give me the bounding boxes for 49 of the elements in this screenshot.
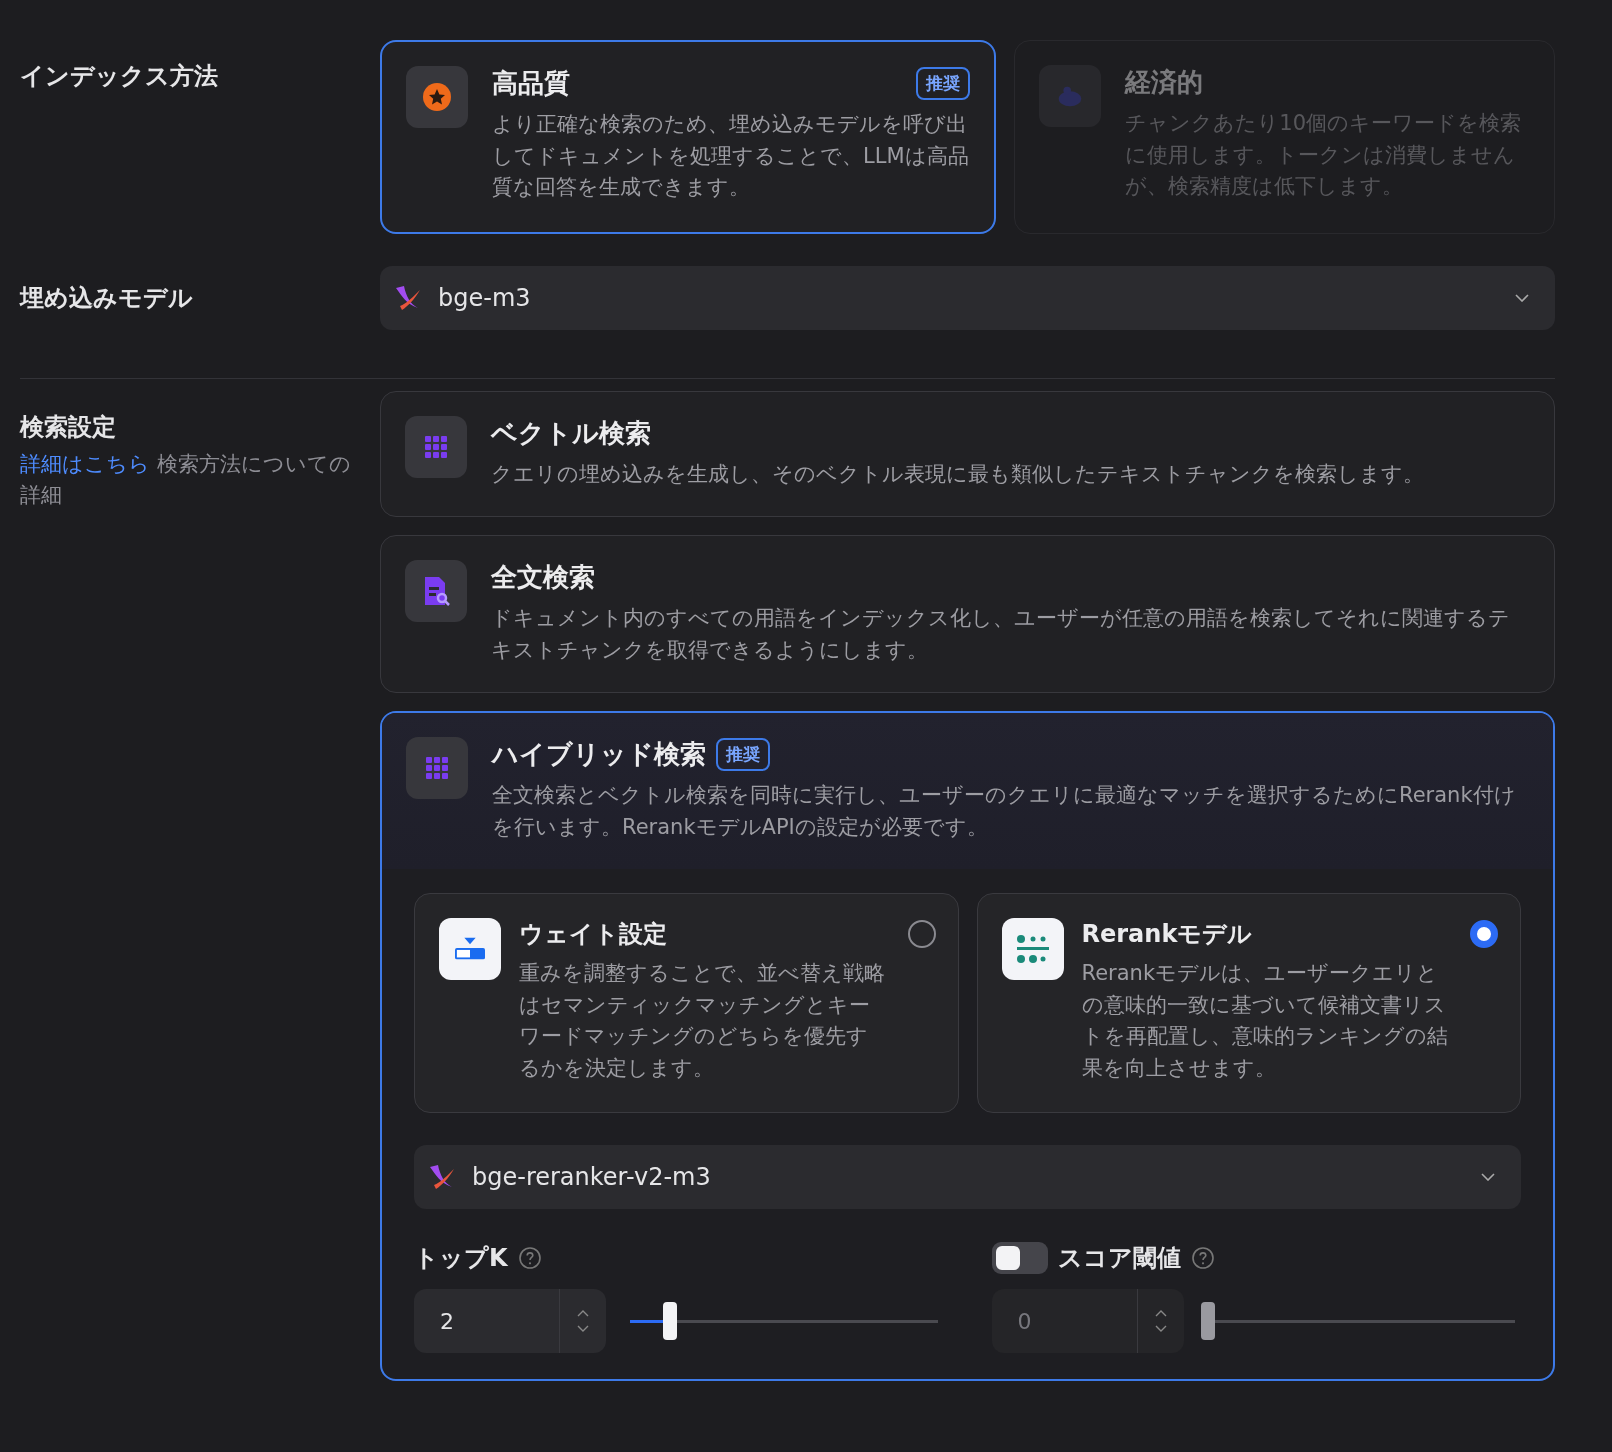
help-icon	[1190, 1246, 1215, 1270]
help-icon	[517, 1246, 542, 1270]
option-description: Rerankモデルは、ユーザークエリとの意味的一致に基づいて候補文書リストを再配置し、意味的ランキングの結果を向上させます。	[1081, 960, 1449, 1082]
retrieval-option-card[interactable]: ベクトル検索 クエリの埋め込みを生成し、そのベクトル表現に最も類似したテキストチャンクを検索します。	[380, 390, 1555, 517]
option-title: 経済的	[1125, 66, 1204, 99]
retrieval-option-card[interactable]	[380, 711, 1555, 1381]
option-description: チャンクあたり10個のキーワードを検索に使用します。トークンは消費しませんが、検索精度は低下します。	[1125, 110, 1523, 200]
section-label: 検索設定	[20, 412, 116, 441]
decrement-icon[interactable]	[577, 1325, 589, 1332]
section-label: 埋め込みモデル	[20, 283, 193, 312]
learn-more-link[interactable]: 詳細はこちら	[20, 451, 150, 476]
decrement-icon[interactable]	[1154, 1325, 1167, 1332]
document-search-icon	[422, 575, 450, 607]
increment-icon[interactable]	[577, 1310, 589, 1317]
recommended-badge: 推奨	[716, 738, 770, 771]
rerank-icon	[1014, 933, 1051, 965]
increment-icon[interactable]	[1154, 1310, 1167, 1317]
option-title: ハイブリッド検索	[492, 738, 706, 771]
option-description: 重みを調整することで、並べ替え戦略はセマンティックマッチングとキーワードマッチングのどちらを優先するかを決定します。	[519, 960, 886, 1082]
radio-button[interactable]	[1470, 920, 1498, 948]
retrieval-option-card[interactable]: 全文検索 ドキュメント内のすべての用語をインデックス化し、ユーザーが任意の用語を検索してそれに関連するテキストチャンクを取得できるようにします。	[380, 535, 1555, 693]
chevron-down-icon	[1481, 1173, 1495, 1181]
option-description: より正確な検索のため、埋め込みモデルを呼び出してドキュメントを処理することで、LLMは高品質な回答を生成できます。	[492, 111, 970, 201]
rerank-mode-card[interactable]: ウェイト設定 重みを調整することで、並べ替え戦略はセマンティックマッチングとキーワードマッチングのどちらを優先するかを決定します。	[414, 893, 959, 1113]
option-title: ウェイト設定	[519, 920, 667, 948]
option-description: ドキュメント内のすべての用語をインデックス化し、ユーザーが任意の用語を検索してそれに関連するテキストチャンクを取得できるようにします。	[491, 605, 1511, 664]
rerank-mode-card[interactable]: Rerankモデル Rerankモデルは、ユーザークエリとの意味的一致に基づいて候補文書リストを再配置し、意味的ランキングの結果を向上させます。	[976, 893, 1521, 1113]
option-title: 高品質	[492, 67, 570, 100]
chevron-down-icon	[1515, 293, 1529, 302]
option-title: ベクトル検索	[491, 416, 651, 450]
star-badge-icon	[421, 81, 453, 113]
model-select[interactable]: bge-reranker-v2-m3	[414, 1145, 1521, 1209]
recommended-badge: 推奨	[916, 67, 971, 100]
section-label: インデックス方法	[20, 62, 218, 90]
param-label: トップK	[414, 1243, 508, 1274]
slider-thumb[interactable]	[662, 1301, 677, 1340]
slider-thumb[interactable]	[1200, 1301, 1215, 1340]
index-option-card[interactable]: 高品質 推奨 より正確な検索のため、埋め込みモデルを呼び出してドキュメントを処理することで、LLMは高品質な回答を生成できます。	[380, 40, 997, 234]
option-description: 全文検索とベクトル検索を同時に実行し、ユーザーのクエリに最適なマッチを選択するためにRerank付けを行います。RerankモデルAPIの設定が必要です。	[492, 782, 1517, 841]
dot-grid-icon	[423, 754, 451, 782]
help-text: 詳細はこちら 検索方法についての詳細	[20, 450, 352, 509]
option-title: Rerankモデル	[1081, 920, 1253, 948]
toggle-switch[interactable]	[991, 1242, 1048, 1274]
option-description: クエリの埋め込みを生成し、そのベクトル表現に最も類似したテキストチャンクを検索します。	[491, 460, 1425, 488]
model-select[interactable]: bge-m3	[380, 265, 1555, 330]
number-input[interactable]: 2	[414, 1289, 606, 1353]
option-title: 全文検索	[491, 561, 595, 594]
radio-button[interactable]	[907, 920, 936, 948]
param-label: スコア閾値	[1057, 1243, 1181, 1274]
